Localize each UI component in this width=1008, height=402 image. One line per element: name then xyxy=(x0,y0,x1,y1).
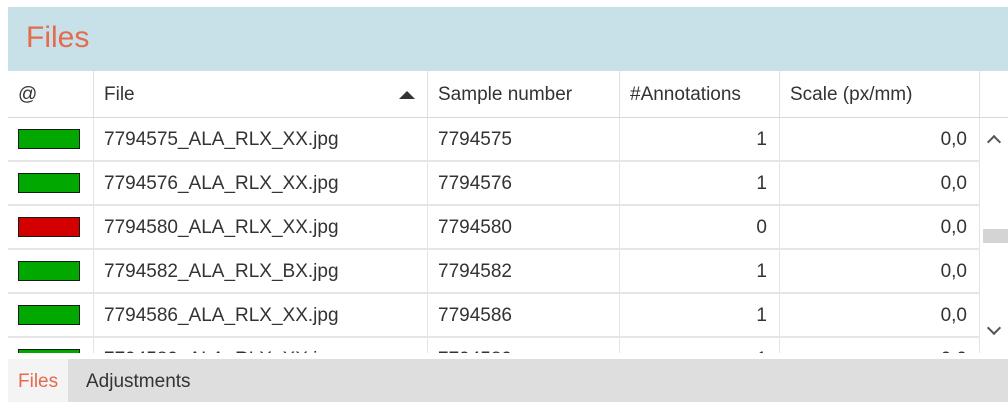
file-name-cell: 7794589_ALA_RLX_XX.jpg xyxy=(94,338,428,353)
sample-number-cell: 7794576 xyxy=(428,162,620,204)
status-cell xyxy=(8,118,94,160)
file-name-cell: 7794582_ALA_RLX_BX.jpg xyxy=(94,250,428,292)
sort-ascending-icon xyxy=(399,91,415,99)
sample-number-cell: 7794582 xyxy=(428,250,620,292)
annotations-cell: 1 xyxy=(620,250,780,292)
vertical-scrollbar[interactable] xyxy=(980,118,1008,353)
file-name-cell: 7794575_ALA_RLX_XX.jpg xyxy=(94,118,428,160)
chevron-up-icon xyxy=(986,134,1002,150)
scale-cell: 0,0 xyxy=(780,338,980,353)
status-cell xyxy=(8,250,94,292)
files-grid: @ File Sample number #Annotations Scale … xyxy=(8,71,1008,353)
scroll-up-button[interactable] xyxy=(980,128,1008,152)
sample-number-cell: 7794586 xyxy=(428,294,620,336)
status-cell xyxy=(8,294,94,336)
status-cell xyxy=(8,206,94,248)
column-header-annotations[interactable]: #Annotations xyxy=(620,71,780,117)
scale-cell: 0,0 xyxy=(780,162,980,204)
column-header-scale[interactable]: Scale (px/mm) xyxy=(780,71,980,117)
status-cell xyxy=(8,338,94,353)
scale-cell: 0,0 xyxy=(780,118,980,160)
annotations-cell: 1 xyxy=(620,338,780,353)
title-bar: Files xyxy=(8,7,1008,71)
status-indicator xyxy=(18,261,80,281)
table-row[interactable]: 7794582_ALA_RLX_BX.jpg 7794582 1 0,0 xyxy=(8,250,980,294)
tab-bar: Files Adjustments xyxy=(8,359,1008,402)
scale-cell: 0,0 xyxy=(780,206,980,248)
tab-files[interactable]: Files xyxy=(8,359,69,402)
scale-cell: 0,0 xyxy=(780,250,980,292)
status-indicator xyxy=(18,217,80,237)
annotations-cell: 1 xyxy=(620,294,780,336)
grid-header: @ File Sample number #Annotations Scale … xyxy=(8,71,1008,118)
annotations-cell: 0 xyxy=(620,206,780,248)
page-title: Files xyxy=(26,21,90,54)
table-row[interactable]: 7794576_ALA_RLX_XX.jpg 7794576 1 0,0 xyxy=(8,162,980,206)
annotations-cell: 1 xyxy=(620,162,780,204)
scale-cell: 0,0 xyxy=(780,294,980,336)
file-name-cell: 7794580_ALA_RLX_XX.jpg xyxy=(94,206,428,248)
column-header-status[interactable]: @ xyxy=(8,71,94,117)
tab-adjustments[interactable]: Adjustments xyxy=(76,359,201,402)
grid-rows: 7794575_ALA_RLX_XX.jpg 7794575 1 0,0 7794576… xyxy=(8,118,980,353)
column-header-file[interactable]: File xyxy=(94,71,428,117)
sample-number-cell: 7794589 xyxy=(428,338,620,353)
table-row[interactable]: 7794586_ALA_RLX_XX.jpg 7794586 1 0,0 xyxy=(8,294,980,338)
status-indicator xyxy=(18,305,80,325)
scroll-down-button[interactable] xyxy=(980,320,1008,344)
chevron-down-icon xyxy=(986,320,1002,336)
table-row[interactable]: 7794580_ALA_RLX_XX.jpg 7794580 0 0,0 xyxy=(8,206,980,250)
file-name-cell: 7794586_ALA_RLX_XX.jpg xyxy=(94,294,428,336)
table-row[interactable]: 7794589_ALA_RLX_XX.jpg779458910,0 xyxy=(8,338,980,353)
sample-number-cell: 7794580 xyxy=(428,206,620,248)
scroll-thumb[interactable] xyxy=(983,229,1008,243)
file-name-cell: 7794576_ALA_RLX_XX.jpg xyxy=(94,162,428,204)
table-row[interactable]: 7794575_ALA_RLX_XX.jpg 7794575 1 0,0 xyxy=(8,118,980,162)
status-indicator xyxy=(18,129,80,149)
status-indicator xyxy=(18,173,80,193)
status-cell xyxy=(8,162,94,204)
status-indicator xyxy=(18,349,80,353)
column-header-file-label: File xyxy=(104,84,135,105)
annotations-cell: 1 xyxy=(620,118,780,160)
column-header-sample-number[interactable]: Sample number xyxy=(428,71,620,117)
sample-number-cell: 7794575 xyxy=(428,118,620,160)
